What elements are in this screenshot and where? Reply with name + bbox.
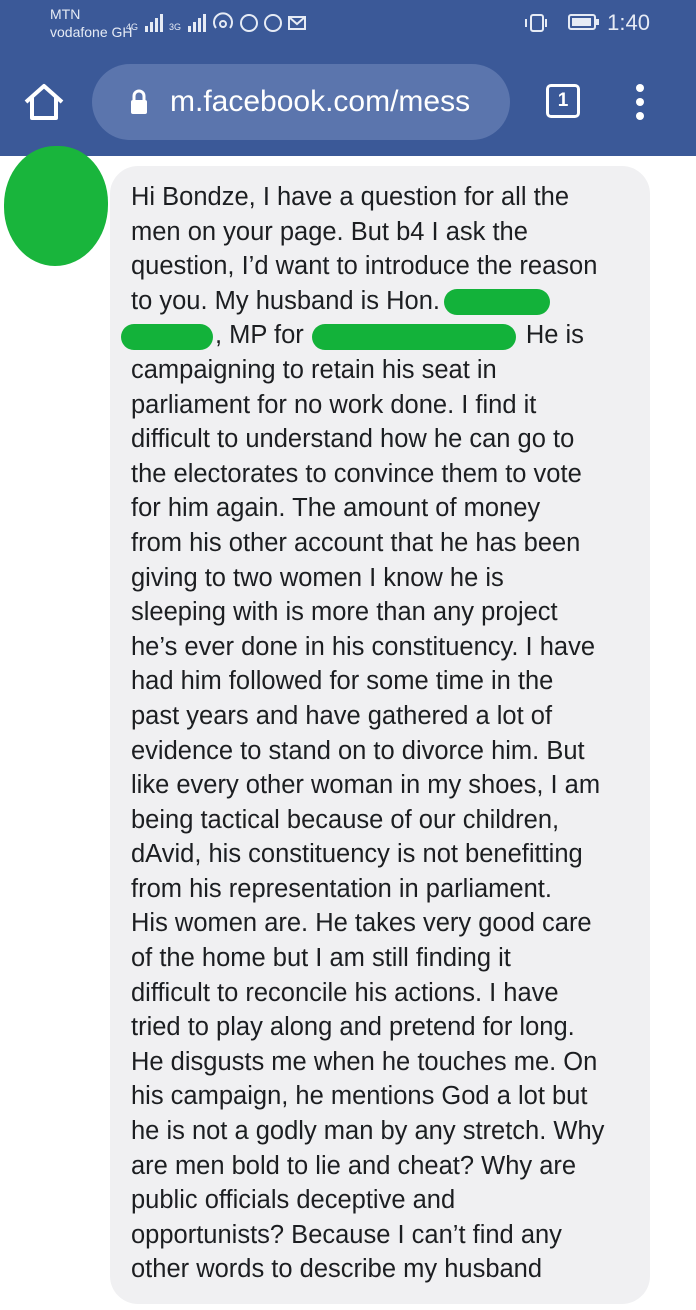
redaction-mark [444, 289, 551, 316]
message-text: , MP for [215, 321, 304, 350]
message-line: had him followed for some time in the [131, 667, 554, 696]
address-bar[interactable]: m.facebook.com/mess [92, 64, 510, 140]
message-line: parliament for no work done. I find it [131, 390, 537, 419]
whatsapp-icon [240, 14, 259, 32]
message-line: He disgusts me when he touches me. On [131, 1047, 598, 1076]
message-line: being tactical because of our children, [131, 805, 560, 834]
message-line: other words to describe my husband [131, 1255, 543, 1284]
avatar[interactable] [4, 146, 108, 266]
message-line: for him again. The amount of money [131, 494, 541, 523]
message-line: His women are. He takes very good care [131, 909, 592, 938]
redaction-mark [121, 323, 213, 350]
message-line: difficult to reconcile his actions. I ha… [131, 978, 559, 1007]
message-line: of the home but I am still finding it [131, 944, 511, 973]
hotspot-icon [213, 12, 233, 29]
message-line: difficult to understand how he can go to [131, 425, 575, 454]
message-line: men on your page. But b4 I ask the [131, 217, 528, 246]
message-line: evidence to stand on to divorce him. But [131, 736, 585, 765]
message-line: his campaign, he mentions God a lot but [131, 1082, 588, 1111]
message-line: from his representation in parliament. [131, 874, 552, 903]
message-line: Hi Bondze, I have a question for all the [131, 183, 570, 211]
message-text: to you. My husband is Hon. [131, 286, 441, 315]
message-line: to you. My husband is Hon. [131, 284, 632, 319]
status-icons: 4G 3G [126, 12, 308, 32]
messenger-icon [264, 14, 283, 32]
lock-icon [131, 89, 147, 114]
mail-notification-icon [288, 16, 307, 30]
overflow-menu-icon[interactable] [634, 84, 646, 120]
message-line: tried to play along and pretend for long… [131, 1013, 575, 1042]
browser-toolbar: MTN vodafone GH 4G 3G 1:40 m.facebook.co… [0, 0, 696, 156]
message-line: dAvid, his constituency is not benefitti… [131, 840, 583, 869]
message-line: he is not a godly man by any stretch. Wh… [131, 1117, 605, 1146]
message-line: he’s ever done in his constituency. I ha… [131, 632, 596, 661]
message-line: sleeping with is more than any project [131, 598, 558, 627]
network-type-1: 4G [126, 22, 139, 32]
message-line: like every other woman in my shoes, I am [131, 771, 601, 800]
message-line: public officials deceptive and [131, 1186, 456, 1215]
home-icon[interactable] [22, 82, 66, 122]
url-text[interactable]: m.facebook.com/mess [170, 85, 500, 119]
carrier-secondary: vodafone GH [50, 24, 133, 40]
carrier-primary: MTN [50, 6, 81, 22]
signal-strength-icon [145, 14, 164, 32]
status-bar: MTN vodafone GH 4G 3G 1:40 [0, 0, 696, 50]
message-line: giving to two women I know he is [131, 563, 504, 592]
message-line: are men bold to lie and cheat? Why are [131, 1151, 577, 1180]
tab-switcher-button[interactable]: 1 [546, 84, 580, 118]
redaction-mark [311, 323, 516, 350]
clock: 1:40 [607, 10, 650, 35]
message-line: campaigning to retain his seat in [131, 355, 497, 384]
message-text: He is [525, 321, 584, 350]
message-line: the electorates to convince them to vote [131, 459, 582, 488]
signal-strength-icon-2 [188, 14, 207, 32]
message-line: past years and have gathered a lot of [131, 701, 553, 730]
vibrate-icon [525, 14, 547, 32]
battery-icon [568, 14, 599, 30]
message-line: , MP for He is [121, 318, 632, 353]
network-type-2: 3G [169, 22, 182, 32]
message-bubble: Hi Bondze, I have a question for all the… [110, 166, 650, 1304]
message-line: opportunists? Because I can’t find any [131, 1220, 562, 1249]
message-line: from his other account that he has been [131, 528, 581, 557]
message-line: question, I’d want to introduce the reas… [131, 252, 598, 281]
